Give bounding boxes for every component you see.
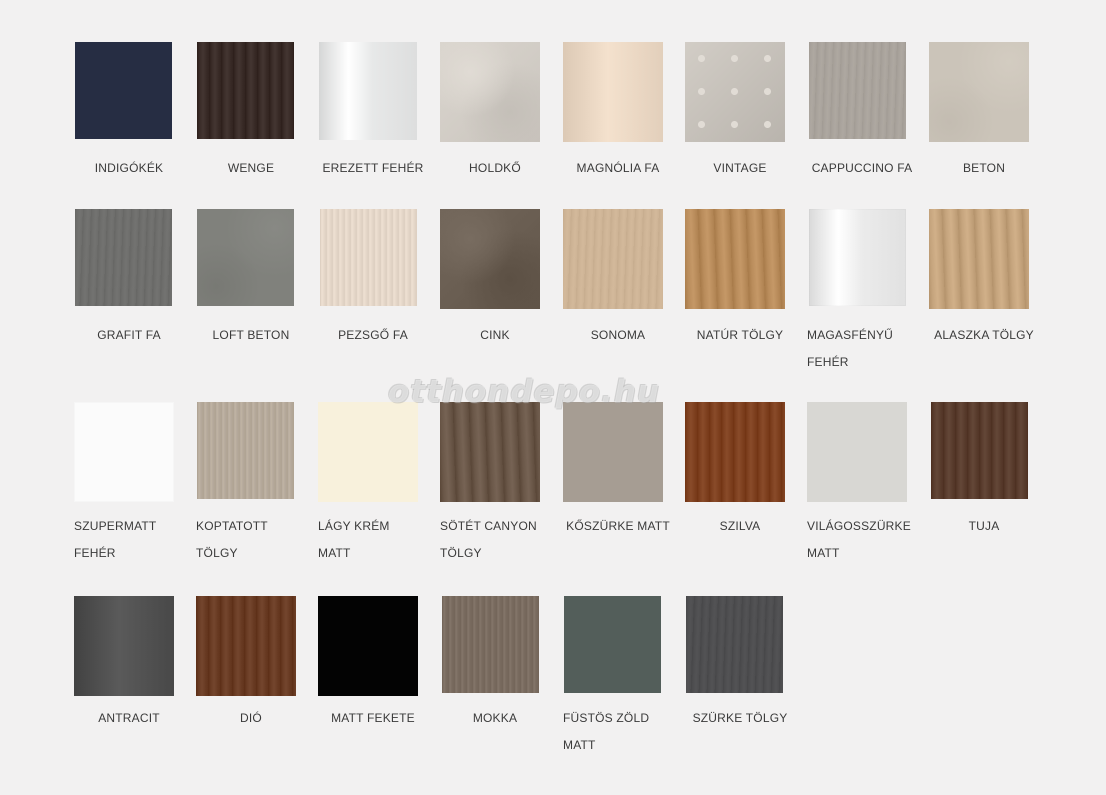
swatch-item[interactable]: PEZSGŐ FA [318,209,428,379]
swatch-label: SONOMA [590,328,646,342]
swatch-item[interactable]: LÁGY KRÉM MATT [318,402,428,572]
swatch-item[interactable]: SZUPERMATT FEHÉR [74,402,184,572]
swatch-item[interactable]: MATT FEKETE [318,596,428,766]
swatch-label: ANTRACIT [98,711,160,725]
swatch-label: SÖTÉT CANYON TÖLGY [440,519,537,560]
color-swatch[interactable] [318,402,418,502]
swatch-label: KOPTATOTT TÖLGY [196,519,268,560]
swatch-item[interactable]: MAGASFÉNYŰ FEHÉR [807,209,917,379]
color-swatch[interactable] [440,42,540,142]
swatch-item[interactable]: BETON [929,42,1039,212]
color-swatch[interactable] [564,596,661,693]
color-swatch[interactable] [440,209,540,309]
swatch-item[interactable]: CAPPUCCINO FA [807,42,917,212]
swatch-label: SZUPERMATT FEHÉR [74,519,157,560]
swatch-label: INDIGÓKÉK [94,161,164,175]
swatch-item[interactable]: INDIGÓKÉK [74,42,184,212]
swatch-label: EREZETT FEHÉR [322,161,424,175]
color-swatch[interactable] [74,402,174,502]
swatch-item[interactable]: SZILVA [685,402,795,572]
swatch-label: SZILVA [719,519,761,533]
swatch-label: DIÓ [240,711,262,725]
swatch-label: MATT FEKETE [331,711,415,725]
swatch-item[interactable]: ALASZKA TÖLGY [929,209,1039,379]
swatch-label: HOLDKŐ [469,161,521,175]
color-swatch[interactable] [75,209,172,306]
swatch-item[interactable]: LOFT BETON [196,209,306,379]
swatch-item[interactable]: NATÚR TÖLGY [685,209,795,379]
color-swatch[interactable] [74,596,174,696]
color-swatch[interactable] [931,402,1028,499]
swatch-item[interactable]: KOPTATOTT TÖLGY [196,402,306,572]
swatch-item[interactable]: TUJA [929,402,1039,572]
swatch-item[interactable]: MOKKA [440,596,550,766]
swatch-label: WENGE [227,161,275,175]
swatch-label: BETON [962,161,1006,175]
swatch-item[interactable]: SÖTÉT CANYON TÖLGY [440,402,550,572]
swatch-item[interactable]: GRAFIT FA [74,209,184,379]
swatch-item[interactable]: HOLDKŐ [440,42,550,212]
color-swatch[interactable] [929,209,1029,309]
swatch-item[interactable]: SZÜRKE TÖLGY [685,596,795,766]
swatch-label: TUJA [968,519,1000,533]
swatch-label: VILÁGOSSZÜRKE MATT [807,519,911,560]
color-swatch[interactable] [563,42,663,142]
swatch-label: VINTAGE [713,161,767,175]
color-swatch[interactable] [318,596,418,696]
color-swatch[interactable] [686,596,783,693]
swatch-item[interactable]: CINK [440,209,550,379]
swatch-item[interactable]: VILÁGOSSZÜRKE MATT [807,402,917,572]
color-swatch[interactable] [809,209,906,306]
swatch-label: PEZSGŐ FA [338,328,408,342]
color-swatch[interactable] [685,42,785,142]
swatch-label: NATÚR TÖLGY [696,328,784,342]
color-swatch[interactable] [685,402,785,502]
color-swatch[interactable] [442,596,539,693]
swatch-label: KŐSZÜRKE MATT [566,519,670,533]
swatch-item[interactable]: DIÓ [196,596,306,766]
color-swatch[interactable] [75,42,172,139]
color-swatch[interactable] [320,209,417,306]
swatch-label: CINK [480,328,510,342]
swatch-item[interactable]: VINTAGE [685,42,795,212]
color-swatch[interactable] [197,209,294,306]
swatch-item[interactable]: WENGE [196,42,306,212]
swatch-label: ALASZKA TÖLGY [934,328,1034,342]
color-swatch[interactable] [807,402,907,502]
color-swatch[interactable] [563,402,663,502]
color-swatch[interactable] [197,42,294,139]
color-swatch[interactable] [197,402,294,499]
swatch-label: MAGASFÉNYŰ FEHÉR [807,328,894,369]
color-swatch[interactable] [319,42,417,140]
swatch-label: MAGNÓLIA FA [576,161,660,175]
color-swatch[interactable] [440,402,540,502]
swatch-label: CAPPUCCINO FA [811,161,913,175]
swatch-label: LOFT BETON [212,328,290,342]
color-swatch[interactable] [685,209,785,309]
swatch-item[interactable]: MAGNÓLIA FA [563,42,673,212]
color-swatch-grid: INDIGÓKÉK WENGE EREZETT FEHÉR HOLDKŐ MAGNÓLI… [0,0,1106,795]
swatch-item[interactable]: ANTRACIT [74,596,184,766]
color-swatch[interactable] [196,596,296,696]
swatch-label: LÁGY KRÉM MATT [318,519,390,560]
swatch-item[interactable]: EREZETT FEHÉR [318,42,428,212]
swatch-label: SZÜRKE TÖLGY [692,711,788,725]
color-swatch[interactable] [563,209,663,309]
swatch-label: GRAFIT FA [97,328,161,342]
color-swatch[interactable] [809,42,906,139]
swatch-item[interactable]: SONOMA [563,209,673,379]
swatch-label: FÜSTÖS ZÖLD MATT [563,711,650,752]
swatch-label: MOKKA [472,711,518,725]
swatch-item[interactable]: FÜSTÖS ZÖLD MATT [563,596,673,766]
swatch-item[interactable]: KŐSZÜRKE MATT [563,402,673,572]
color-swatch[interactable] [929,42,1029,142]
